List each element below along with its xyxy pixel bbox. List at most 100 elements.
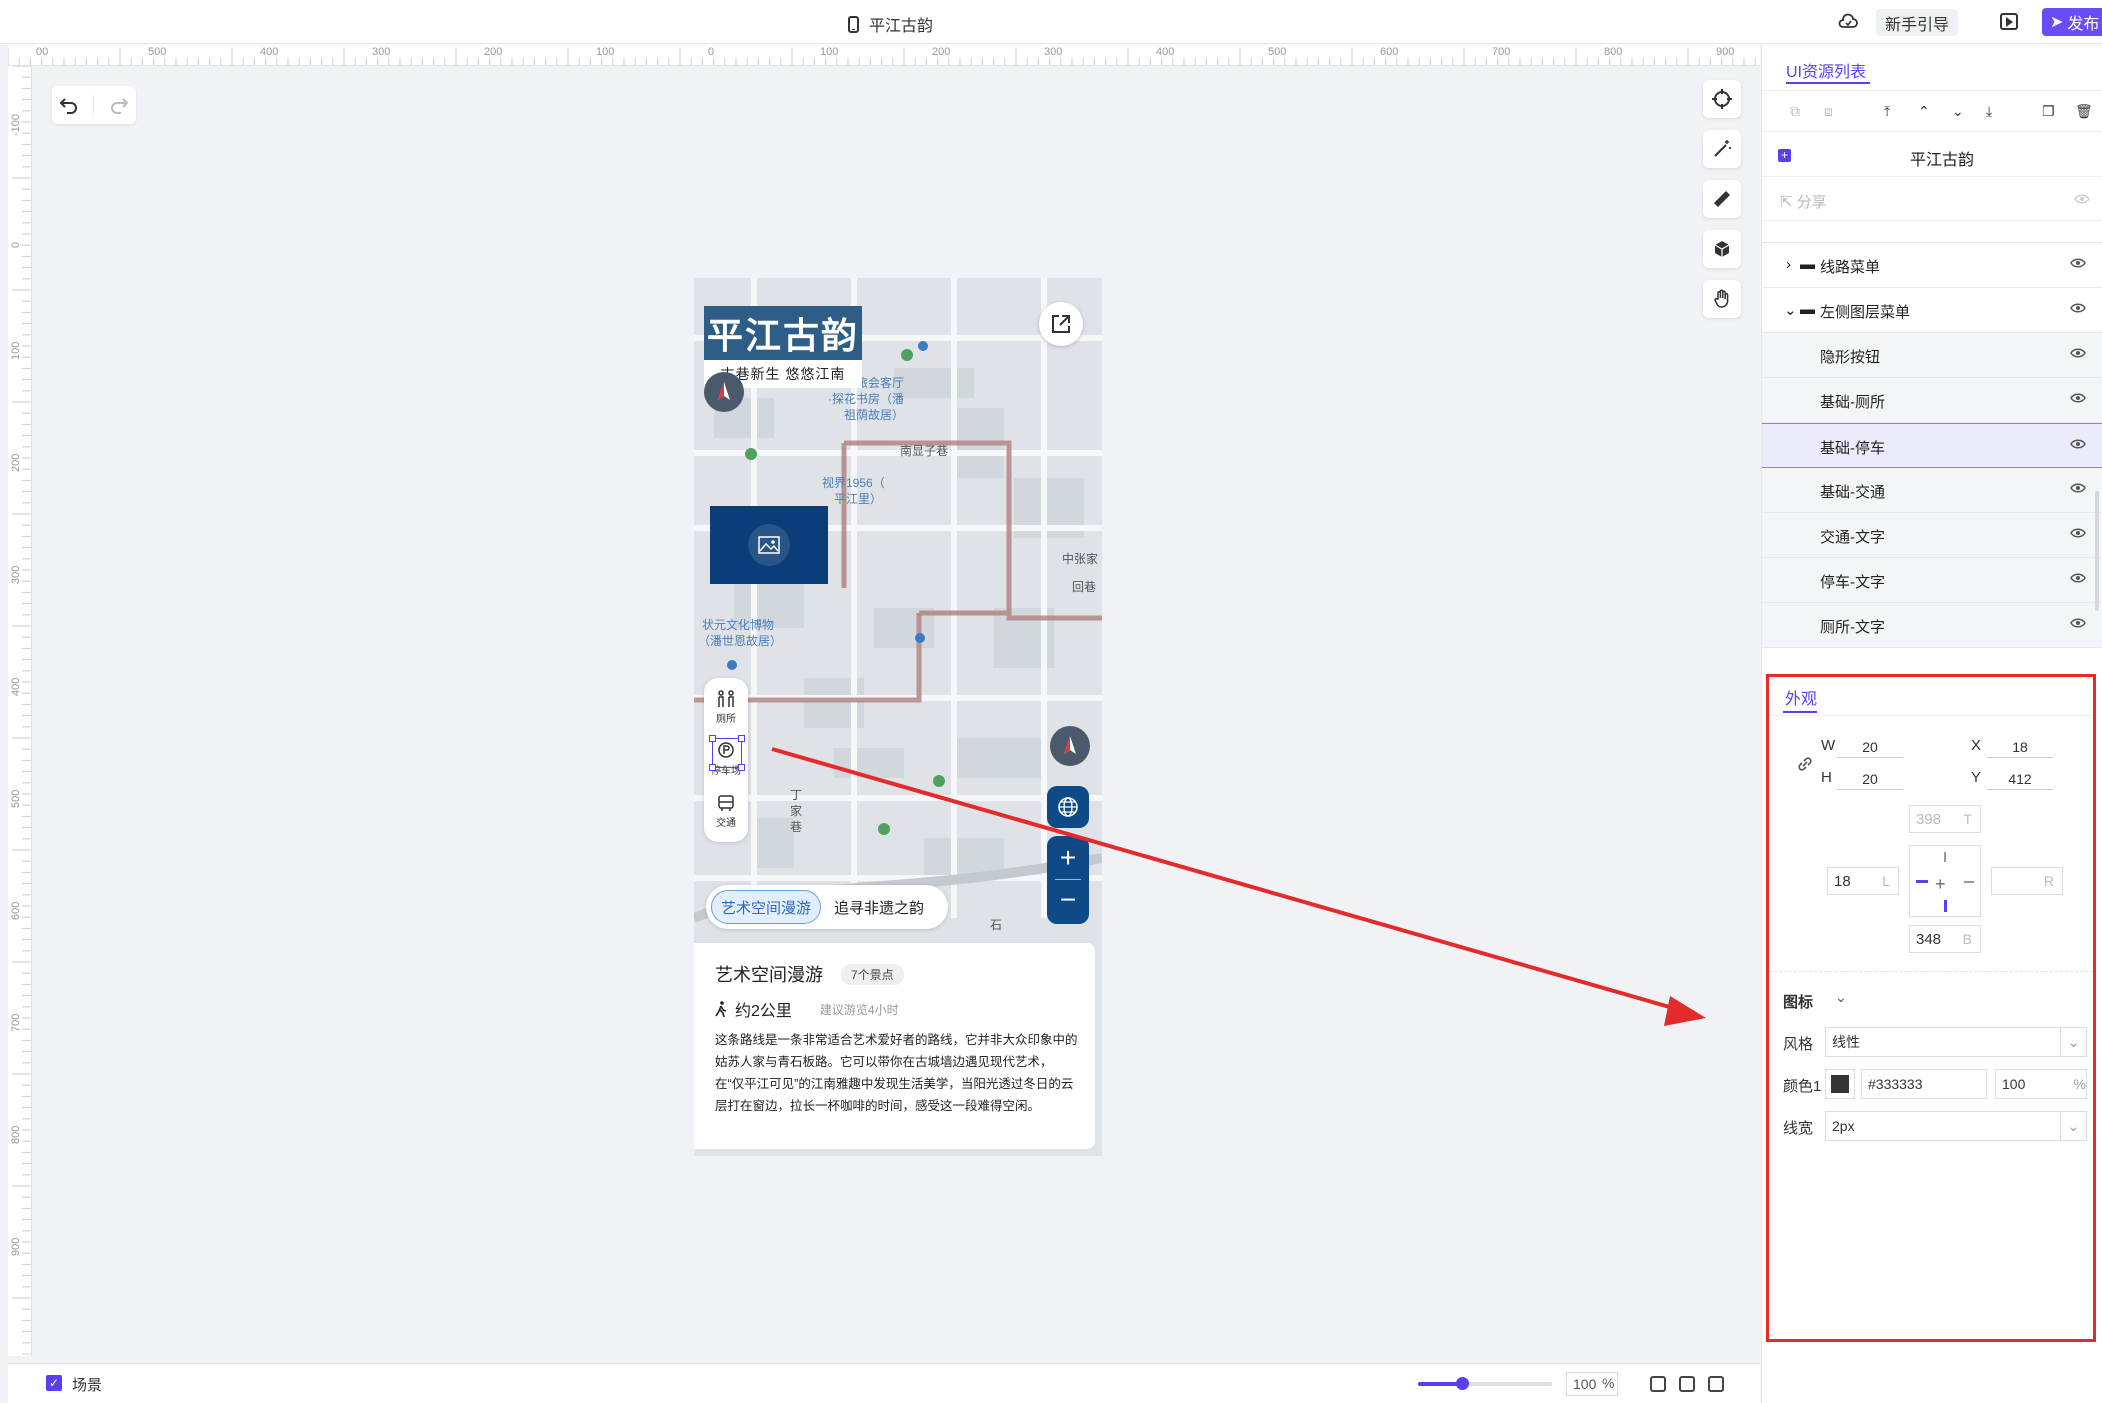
left-value: 18 — [1834, 872, 1851, 890]
layer-item[interactable]: 基础-厕所 — [1762, 378, 2102, 423]
walking-icon — [715, 1001, 727, 1017]
y-input[interactable]: 412 — [1987, 768, 2053, 790]
layer-item[interactable]: 停车-文字 — [1762, 558, 2102, 603]
tab-appearance[interactable]: 外观 — [1785, 685, 1817, 709]
measure-tool-button[interactable] — [1703, 180, 1741, 218]
eye-icon[interactable] — [2070, 438, 2086, 450]
preview-play-icon[interactable] — [2000, 13, 2018, 30]
pan-tool-button[interactable] — [1703, 280, 1741, 318]
bottom-input[interactable]: 348 B — [1909, 925, 1981, 953]
add-icon[interactable]: + — [1778, 149, 1791, 162]
color-hex-input[interactable]: #333333 — [1861, 1069, 1987, 1099]
undo-icon[interactable] — [59, 96, 79, 114]
magic-tool-button[interactable] — [1703, 130, 1741, 168]
device-frame-icon[interactable] — [1708, 1376, 1724, 1392]
left-input[interactable]: 18 L — [1827, 867, 1899, 895]
layer-item[interactable]: 隐形按钮 — [1762, 333, 2102, 378]
link-icon[interactable] — [1797, 756, 1813, 772]
ungroup-icon[interactable]: ⧈ — [1824, 103, 1833, 120]
3d-tool-button[interactable] — [1703, 230, 1741, 268]
move-top-icon[interactable]: ⤒ — [1884, 103, 1890, 120]
ruler-label: 700 — [10, 1013, 22, 1032]
globe-button[interactable] — [1047, 786, 1089, 828]
phone-canvas[interactable]: 苏州文旅会客厅 ·探花书房（潘 祖荫故居） 视界1956（ 平江里） 状元文化博物 （潘世恩… — [694, 278, 1102, 1156]
zoom-out-button[interactable]: − — [1047, 880, 1089, 922]
zoom-in-button[interactable]: + — [1055, 836, 1081, 880]
cloud-sync-icon[interactable] — [1838, 13, 1858, 31]
redo-icon[interactable] — [109, 96, 129, 114]
compass-icon[interactable] — [704, 372, 744, 412]
chevron-down-icon: ⌄ — [2060, 1112, 2086, 1140]
eye-icon[interactable] — [2070, 572, 2086, 584]
map-label: ·探花书房（潘 — [828, 392, 904, 406]
layer-root[interactable]: + 平江古韵 — [1762, 132, 2102, 177]
chevron-right-icon[interactable]: › — [1786, 256, 1791, 273]
layer-item[interactable]: 厕所-文字 — [1762, 603, 2102, 648]
route-tab-art[interactable]: 艺术空间漫游 — [711, 890, 822, 924]
move-up-icon[interactable]: ⌃ — [1918, 103, 1930, 120]
eye-icon[interactable] — [2070, 257, 2086, 269]
x-input[interactable]: 18 — [1987, 736, 2053, 758]
y-label: Y — [1971, 769, 1982, 786]
chevron-down-icon[interactable]: ⌄ — [1784, 301, 1797, 319]
zoom-slider-handle[interactable] — [1456, 1377, 1470, 1390]
ruler-label: 300 — [10, 565, 22, 584]
globe-icon — [1058, 797, 1078, 817]
layer-label: 基础-停车 — [1820, 440, 1885, 457]
layer-item[interactable]: 交通-文字 — [1762, 513, 2102, 558]
style-select[interactable]: 线性 ⌄ — [1825, 1027, 2087, 1057]
menu-item-toilet[interactable]: 厕所 — [704, 682, 748, 732]
map-label: 石 — [990, 918, 1003, 932]
linewidth-select[interactable]: 2px ⌄ — [1825, 1111, 2087, 1141]
fit-screen-icon[interactable] — [1679, 1376, 1695, 1392]
linewidth-label: 线宽 — [1783, 1120, 1814, 1137]
eye-icon[interactable] — [2070, 617, 2086, 629]
fit-width-icon[interactable] — [1650, 1376, 1666, 1392]
right-input[interactable]: R — [1991, 867, 2063, 895]
route-distance: 约2公里 — [735, 1003, 792, 1020]
layer-item-selected[interactable]: 基础-停车 — [1762, 423, 2102, 468]
top-value: 398 — [1916, 810, 1942, 828]
layer-item[interactable]: 基础-交通 — [1762, 468, 2102, 513]
share-button[interactable] — [1039, 302, 1083, 346]
ruler-label: 300 — [372, 46, 391, 58]
top-input[interactable]: 398 T — [1909, 805, 1981, 833]
appearance-panel: 外观 W 20 H 20 X 18 Y 412 398 T 18 L + R 348… — [1766, 674, 2096, 1342]
width-input[interactable]: 20 — [1837, 736, 1903, 758]
layer-item-route-menu[interactable]: › ▬ 线路菜单 — [1762, 243, 2102, 288]
opacity-input[interactable]: 100 % — [1995, 1069, 2087, 1099]
eye-icon[interactable] — [2070, 527, 2086, 539]
color-swatch[interactable] — [1825, 1069, 1855, 1099]
compass-icon-right[interactable] — [1050, 726, 1090, 766]
chevron-down-icon[interactable]: ⌄ — [1835, 989, 1847, 1006]
eye-icon[interactable] — [2070, 482, 2086, 494]
eye-icon[interactable] — [2070, 347, 2086, 359]
layer-item-left-menu[interactable]: ⌄ ▬ 左侧图层菜单 — [1762, 288, 2102, 333]
ruler-label: 300 — [1044, 46, 1063, 58]
locate-tool-button[interactable] — [1703, 80, 1741, 118]
image-placeholder[interactable] — [710, 506, 828, 584]
eye-icon[interactable] — [2070, 392, 2086, 404]
move-bottom-icon[interactable]: ⤓ — [1986, 103, 1992, 120]
constraint-box[interactable]: + — [1909, 845, 1981, 917]
route-tab-heritage[interactable]: 追寻非遗之韵 — [825, 890, 933, 924]
group-icon[interactable]: ⧉ — [1790, 103, 1800, 120]
layer-share-row[interactable]: ⇱ 分享 — [1762, 177, 2102, 221]
scene-checkbox[interactable]: ✓ — [46, 1375, 62, 1391]
copy-icon[interactable]: ❐ — [2042, 103, 2055, 120]
layer-scrollbar[interactable] — [2095, 491, 2099, 611]
eye-icon[interactable] — [2074, 193, 2090, 205]
zoom-slider[interactable] — [1418, 1377, 1552, 1390]
tab-ui-resources[interactable]: UI资源列表 — [1786, 58, 1866, 82]
guide-button[interactable]: 新手引导 — [1876, 9, 1958, 36]
height-input[interactable]: 20 — [1837, 768, 1903, 790]
color-hex-value: #333333 — [1868, 1076, 1923, 1092]
selection-box[interactable] — [709, 735, 745, 771]
move-down-icon[interactable]: ⌄ — [1952, 103, 1964, 120]
eye-icon[interactable] — [2070, 302, 2086, 314]
divider — [1769, 971, 2093, 972]
publish-button[interactable]: ➤ 发布 — [2042, 8, 2102, 36]
delete-icon[interactable]: 🗑 — [2075, 103, 2093, 120]
horizontal-ruler: 00 500 400 300 200 100 0 100 200 300 400 500 600 700 8… — [8, 44, 1760, 66]
menu-item-transit[interactable]: 交通 — [704, 786, 748, 836]
